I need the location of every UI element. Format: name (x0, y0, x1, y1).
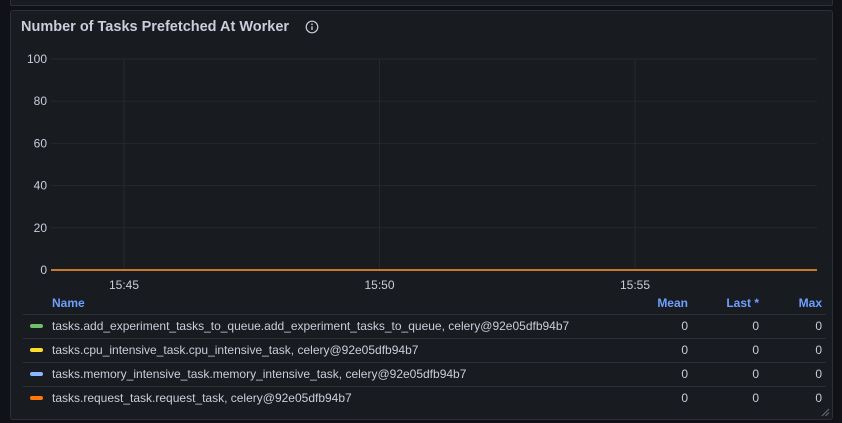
x-tick-label: 15:50 (364, 278, 394, 291)
series-name[interactable]: tasks.add_experiment_tasks_to_queue.add_… (52, 319, 569, 333)
y-tick-label: 40 (34, 179, 48, 193)
series-color-swatch[interactable] (30, 372, 43, 376)
series-last-value: 0 (752, 343, 759, 357)
series-color-swatch[interactable] (30, 348, 43, 352)
series-last-value: 0 (752, 319, 759, 333)
series-name[interactable]: tasks.memory_intensive_task.memory_inten… (52, 367, 466, 381)
y-tick-label: 100 (27, 52, 47, 66)
legend-row[interactable]: tasks.request_task.request_task, celery@… (23, 387, 826, 410)
timeseries-panel: Number of Tasks Prefetched At Worker 0 20… (10, 10, 833, 420)
series-max-value: 0 (815, 367, 822, 381)
legend-row[interactable]: tasks.memory_intensive_task.memory_inten… (23, 363, 826, 387)
series-mean-value: 0 (681, 367, 688, 381)
series-last-value: 0 (752, 367, 759, 381)
y-tick-label: 80 (34, 94, 48, 108)
resize-handle-icon[interactable] (820, 407, 830, 417)
series-color-swatch[interactable] (30, 396, 43, 400)
series-max-value: 0 (815, 391, 822, 405)
y-tick-label: 20 (34, 221, 48, 235)
series-max-value: 0 (815, 319, 822, 333)
series-name[interactable]: tasks.cpu_intensive_task.cpu_intensive_t… (52, 343, 418, 357)
legend-row[interactable]: tasks.cpu_intensive_task.cpu_intensive_t… (23, 339, 826, 363)
series-mean-value: 0 (681, 391, 688, 405)
series-color-swatch[interactable] (30, 324, 43, 328)
legend-row[interactable]: tasks.add_experiment_tasks_to_queue.add_… (23, 315, 826, 339)
x-tick-label: 15:55 (620, 278, 650, 291)
previous-panel-edge (10, 0, 833, 6)
y-tick-label: 60 (34, 136, 48, 150)
legend-header-last[interactable]: Last * (726, 296, 759, 310)
legend-table: Name Mean Last * Max tasks.add_experimen… (23, 292, 826, 410)
series-mean-value: 0 (681, 319, 688, 333)
line-chart[interactable]: 0 20 40 60 80 100 15:45 15:50 15:55 (11, 11, 833, 291)
legend-header-name[interactable]: Name (52, 296, 85, 310)
legend-header-max[interactable]: Max (799, 296, 822, 310)
series-name[interactable]: tasks.request_task.request_task, celery@… (52, 391, 352, 405)
y-tick-label: 0 (40, 263, 47, 277)
series-max-value: 0 (815, 343, 822, 357)
x-tick-label: 15:45 (109, 278, 139, 291)
series-last-value: 0 (752, 391, 759, 405)
legend-header-mean[interactable]: Mean (657, 296, 688, 310)
legend-header: Name Mean Last * Max (23, 292, 826, 315)
series-mean-value: 0 (681, 343, 688, 357)
